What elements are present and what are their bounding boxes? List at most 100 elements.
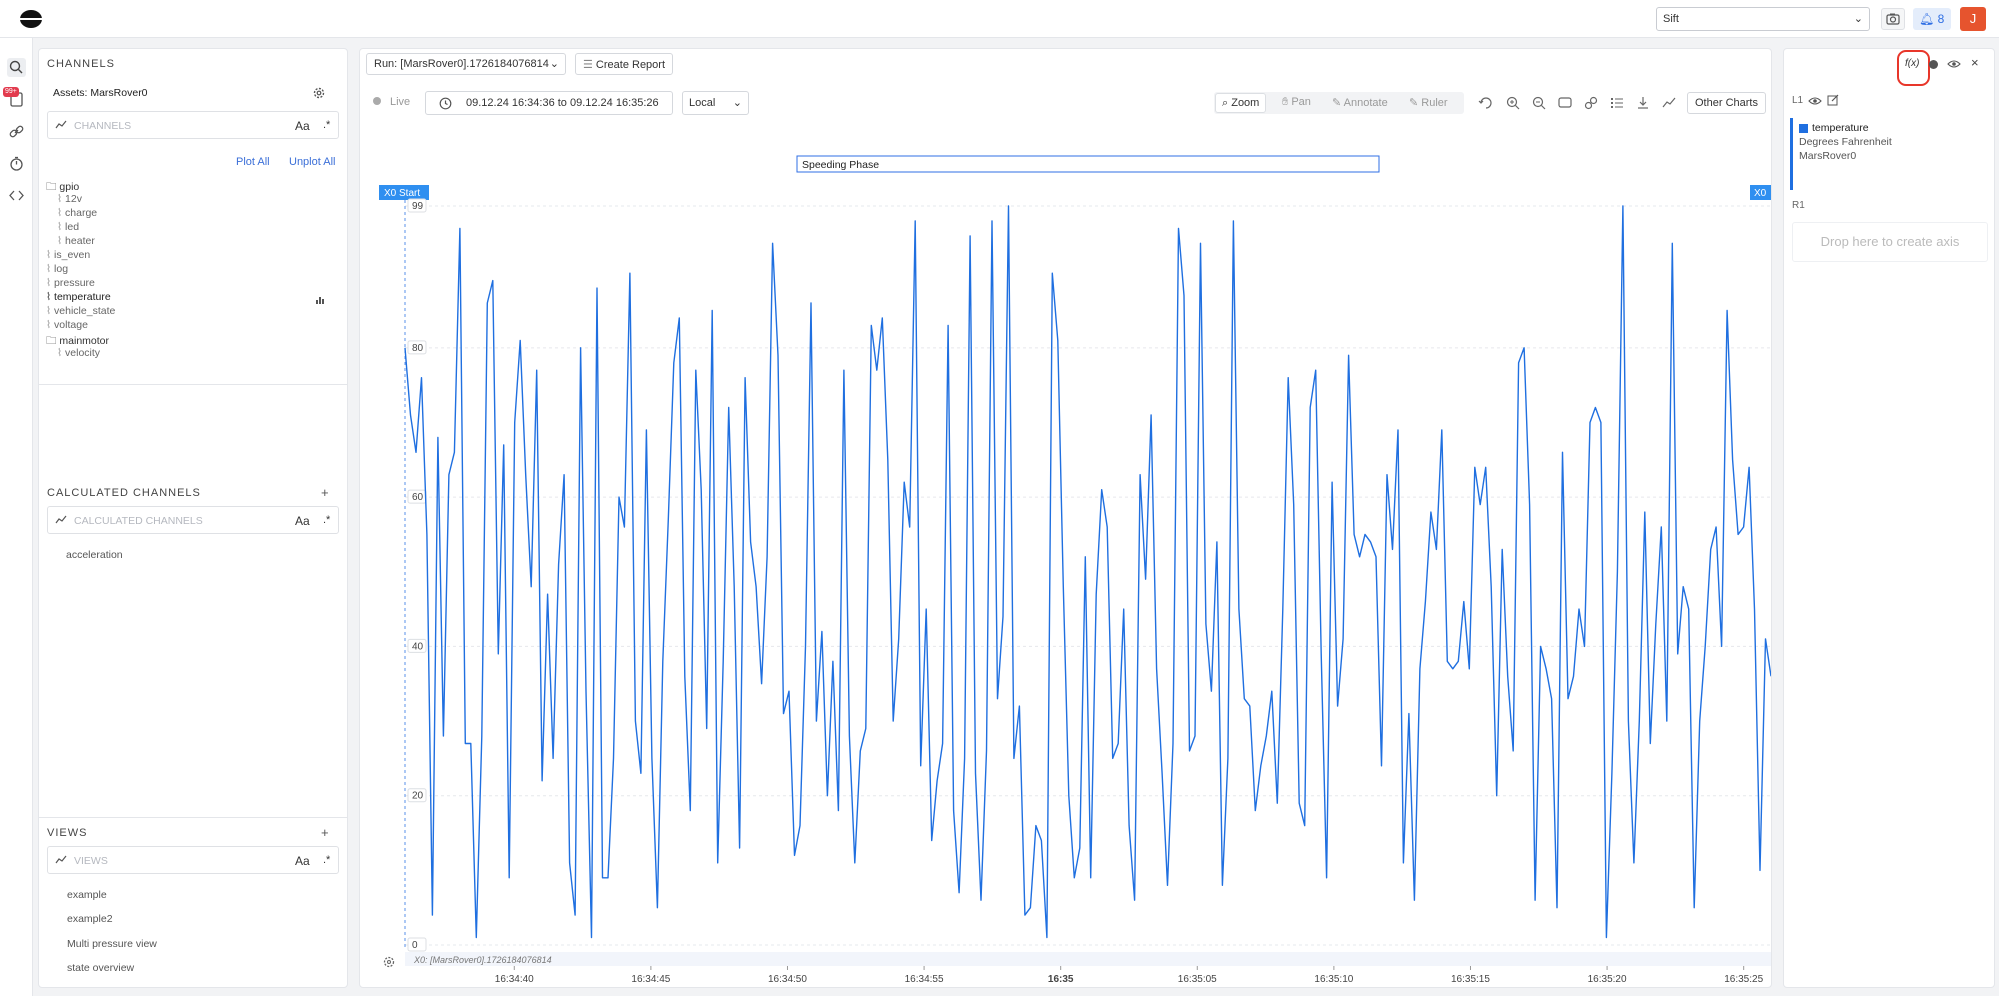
org-select[interactable]: Sift ⌄ (1656, 7, 1870, 31)
view-item[interactable]: example (67, 889, 107, 901)
folder-icon: 🗀︎ (46, 335, 60, 347)
temperature-line-chart[interactable]: Speeding Phase X0 Start X0 0 20 40 60 80 99 X… (359, 120, 1771, 986)
screenshot-button[interactable] (1881, 8, 1905, 30)
unplot-all-link[interactable]: Unplot All (289, 156, 335, 168)
time-range-picker[interactable]: 09.12.24 16:34:36 to 09.12.24 16:35:26 (425, 91, 673, 115)
channels-search-placeholder: CHANNELS (74, 120, 132, 132)
comment-icon[interactable] (1557, 95, 1573, 111)
link-icon[interactable] (7, 122, 26, 141)
x0-start-label: X0 Start (384, 188, 420, 199)
channel-item[interactable]: ⌇ voltage (46, 319, 88, 331)
reset-zoom-icon[interactable] (1478, 95, 1494, 111)
zoom-label: Zoom (1231, 97, 1260, 109)
views-search-input[interactable]: VIEWS Aa .* (47, 846, 339, 874)
function-icon[interactable]: f(x) (1905, 58, 1919, 69)
channel-label: temperature (54, 291, 111, 303)
view-item[interactable]: state overview (67, 962, 134, 974)
channel-item[interactable]: ⌇ temperature (46, 291, 111, 303)
channel-item[interactable]: ⌇ log (46, 263, 68, 275)
pan-tool[interactable]: ✋︎ Pan (1282, 96, 1311, 109)
info-icon[interactable] (1929, 60, 1938, 69)
case-sensitive-toggle[interactable]: Aa (295, 119, 310, 133)
chart-footer-bar (405, 952, 1771, 966)
zoom-tool[interactable]: ⌕ Zoom (1215, 93, 1267, 113)
signal-icon: ⌇ (57, 347, 66, 359)
annotation-box[interactable] (796, 155, 1380, 173)
settings-gear-icon[interactable] (312, 86, 326, 100)
regex-toggle[interactable]: .* (323, 514, 330, 526)
code-icon[interactable] (7, 186, 26, 205)
signal-icon: ⌇ (57, 235, 66, 247)
series-layer (404, 205, 1771, 939)
chart-settings-gear-icon[interactable] (383, 956, 395, 968)
edit-icon[interactable] (1827, 94, 1839, 106)
calculated-channel-item[interactable]: acceleration (66, 549, 123, 561)
divider (39, 384, 347, 385)
channel-item[interactable]: ⌇ led (57, 221, 79, 233)
channels-search-input[interactable]: CHANNELS Aa .* (47, 111, 339, 139)
trend-line-icon (55, 855, 67, 864)
legend-list-icon[interactable] (1609, 95, 1625, 111)
line-chart-icon[interactable] (1661, 95, 1677, 111)
assets-label: Assets: MarsRover0 (53, 87, 148, 99)
folder-icon: 🗀︎ (46, 181, 60, 193)
channel-label: log (54, 263, 69, 275)
regex-toggle[interactable]: .* (323, 119, 330, 131)
timezone-value: Local (689, 97, 716, 109)
other-charts-button[interactable]: Other Charts (1687, 92, 1766, 114)
axis-r1-label: R1 (1792, 200, 1805, 211)
user-avatar[interactable]: J (1960, 7, 1986, 31)
run-select[interactable]: Run: [MarsRover0].1726184076814 ⌄ (366, 53, 566, 75)
sift-logo-icon[interactable] (19, 9, 43, 29)
view-item[interactable]: example2 (67, 913, 113, 925)
add-calculated-channel-button[interactable]: + (321, 485, 329, 500)
plotted-bar-chart-icon[interactable] (315, 295, 325, 305)
eye-icon[interactable] (1947, 58, 1961, 70)
search-icon[interactable] (7, 58, 26, 77)
x-tick-label: 16:35:10 (1314, 974, 1353, 985)
channel-item[interactable]: ⌇ is_even (46, 249, 90, 261)
eye-icon[interactable] (1808, 95, 1822, 107)
channel-item[interactable]: ⌇ vehicle_state (46, 305, 115, 317)
zoom-out-icon[interactable] (1531, 95, 1547, 111)
signal-icon: ⌇ (57, 207, 66, 219)
case-sensitive-toggle[interactable]: Aa (295, 514, 310, 528)
channel-item[interactable]: ⌇ pressure (46, 277, 95, 289)
close-icon[interactable]: × (1971, 55, 1979, 70)
axis-l1-label: L1 (1792, 95, 1804, 106)
add-view-button[interactable]: + (321, 825, 329, 840)
clock-icon (439, 97, 452, 110)
series-card[interactable]: temperature Degrees Fahrenheit MarsRover… (1790, 118, 1984, 190)
channel-item[interactable]: ⌇ charge (57, 207, 97, 219)
zoom-in-icon[interactable] (1505, 95, 1521, 111)
calculated-channels-title: CALCULATED CHANNELS (47, 487, 201, 499)
view-item[interactable]: Multi pressure view (67, 938, 157, 950)
channel-item[interactable]: ⌇ 12v (57, 193, 82, 205)
channel-item[interactable]: ⌇ velocity (57, 347, 100, 359)
channel-item[interactable]: ⌇ heater (57, 235, 95, 247)
x-tick-label: 16:35:25 (1724, 974, 1763, 985)
regex-toggle[interactable]: .* (323, 854, 330, 866)
create-report-button[interactable]: ☰ Create Report (575, 53, 674, 75)
x-tick-label: 16:34:50 (768, 974, 807, 985)
series-name: temperature (1812, 122, 1869, 134)
timezone-select[interactable]: Local ⌄ (682, 91, 749, 115)
annotate-tool[interactable]: ✎ Annotate (1332, 96, 1388, 109)
link-icon[interactable] (1583, 95, 1599, 111)
notifications-button[interactable]: 🔔︎ 8 (1913, 8, 1951, 30)
rail-badge: 99+ (3, 87, 19, 97)
ruler-tool[interactable]: ✎ Ruler (1409, 96, 1448, 109)
signal-icon: ⌇ (57, 193, 66, 205)
case-sensitive-toggle[interactable]: Aa (295, 854, 310, 868)
series-line-temperature[interactable] (404, 205, 1771, 939)
calculated-channels-search-input[interactable]: CALCULATED CHANNELS Aa .* (47, 506, 339, 534)
stopwatch-icon[interactable] (7, 154, 26, 173)
trend-line-icon (55, 120, 67, 129)
bell-icon: 🔔︎ (1919, 12, 1935, 26)
live-toggle[interactable]: Live (390, 96, 410, 108)
plot-all-link[interactable]: Plot All (236, 156, 270, 168)
drop-zone[interactable]: Drop here to create axis (1792, 222, 1988, 262)
y-tick-label: 0 (412, 940, 418, 951)
download-icon[interactable] (1635, 95, 1651, 111)
channel-label: led (65, 221, 80, 233)
